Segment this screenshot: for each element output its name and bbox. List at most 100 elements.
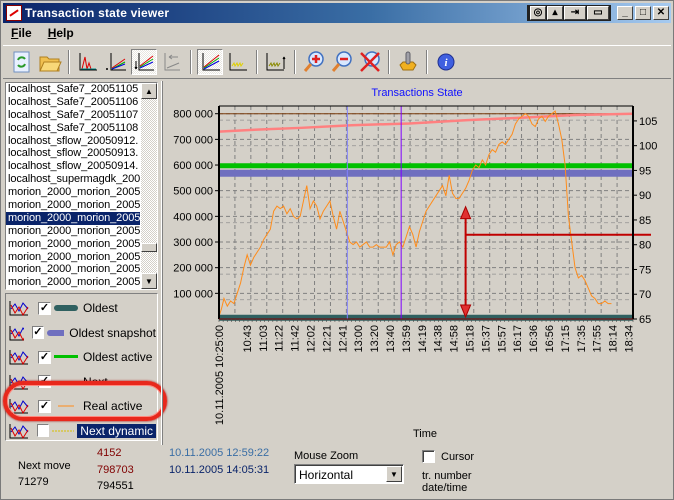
next-move-label: Next move [18, 460, 71, 472]
app-chart-icon [6, 5, 22, 21]
x-tick-label: 18:14 [608, 325, 620, 353]
file-list-item[interactable]: localhost_Safe7_20051107 [6, 109, 140, 122]
series-style-icon[interactable] [8, 422, 29, 440]
chart-multiline-button[interactable] [197, 49, 223, 75]
scroll-up-button[interactable]: ▲ [141, 83, 157, 99]
series-label: Oldest [83, 301, 118, 315]
file-list-item[interactable]: localhost_sflow_20050913. [6, 147, 140, 160]
toolbar: i [3, 45, 671, 79]
refresh-file-icon [13, 51, 30, 73]
file-list-item[interactable]: morion_2000_morion_2005 [6, 211, 140, 225]
x-tick-label: 15:57 [496, 325, 508, 353]
x-tick-label: 16:36 [528, 325, 540, 353]
legend-item[interactable]: ✓ Oldest [8, 296, 156, 320]
send-to-tray-icon[interactable]: ⇥ [564, 6, 586, 20]
file-list-item[interactable]: morion_2000_morion_2005 [6, 186, 140, 199]
toolbar-separator [68, 50, 70, 74]
chart-olive-icon [266, 53, 286, 71]
series-style-icon[interactable] [8, 324, 25, 342]
file-list[interactable]: localhost_Safe7_20051105 localhost_Safe7_… [5, 82, 158, 290]
x-tick-label: 18:34 [624, 325, 636, 353]
open-folder-button[interactable] [37, 49, 63, 75]
legend-item[interactable]: ✓ Real active [8, 394, 156, 418]
minimize-button[interactable]: _ [617, 6, 633, 20]
chart-peaks-icon [79, 53, 97, 71]
y2-tick-label: 100 [639, 141, 657, 153]
file-list-item[interactable]: morion_2000_morion_2005 [6, 276, 140, 289]
series-visible-checkbox[interactable]: ✓ [38, 301, 51, 315]
chart-olive-button[interactable] [263, 49, 289, 75]
file-list-scrollbar[interactable]: ▲ ▼ [141, 83, 157, 289]
refresh-file-button[interactable] [9, 49, 35, 75]
menu-bar: File Help [3, 24, 82, 42]
x-tick-label: 14:19 [417, 325, 429, 353]
x-tick-label: 17:35 [576, 325, 588, 353]
cursor-label: Cursor [441, 451, 475, 463]
file-list-item[interactable]: morion_2000_morion_2005 [6, 251, 140, 264]
pin-top-icon[interactable]: ▴ [547, 6, 563, 20]
menu-file[interactable]: File [3, 26, 40, 40]
file-list-item[interactable]: localhost_Safe7_20051105 [6, 83, 140, 96]
zoom-in-button[interactable] [301, 49, 327, 75]
file-list-item[interactable]: morion_2000_morion_2005 [6, 225, 140, 238]
menu-file-rest: ile [18, 26, 32, 40]
y2-tick-label: 85 [639, 215, 651, 227]
chart-lines-back-button[interactable] [159, 49, 185, 75]
series-style-icon[interactable] [8, 299, 30, 317]
close-button[interactable]: ✕ [653, 6, 669, 20]
file-list-item[interactable]: localhost_sflow_20050912. [6, 135, 140, 148]
file-list-item[interactable]: morion_2000_morion_2005 [6, 199, 140, 212]
file-list-item[interactable]: localhost_Safe7_20051108 [6, 122, 140, 135]
title-bar[interactable]: Transaction state viewer ◎ ▴ ⇥ ▭ _ □ ✕ [3, 3, 671, 23]
legend-item[interactable]: Next dynamic [8, 419, 156, 443]
file-list-item[interactable]: localhost_supermagdk_200 [6, 173, 140, 186]
file-list-item[interactable]: morion_2000_morion_2005 [6, 263, 140, 276]
series-visible-checkbox[interactable] [36, 424, 49, 437]
open-folder-icon [39, 56, 62, 72]
x-tick-label: 15:18 [465, 325, 477, 353]
series-style-icon[interactable] [8, 373, 30, 391]
y-tick-label: 300 000 [173, 237, 213, 249]
info-button[interactable]: i [433, 49, 459, 75]
toolbar-separator [294, 50, 296, 74]
zoom-reset-button[interactable] [357, 49, 383, 75]
x-tick-label: 11:42 [290, 325, 302, 352]
series-visible-checkbox[interactable]: ✓ [32, 326, 44, 339]
rollup-icon[interactable]: ▭ [587, 6, 609, 20]
series-style-icon[interactable] [8, 397, 30, 415]
legend-item[interactable]: ✓ Oldest snapshot [8, 321, 156, 345]
dropdown-arrow-icon[interactable]: ▼ [386, 466, 402, 482]
cursor-checkbox[interactable] [422, 450, 435, 463]
chart-svg[interactable]: 100 000 200 000 300 000 400 000 500 000 600 0… [163, 81, 671, 445]
mouse-zoom-select[interactable]: Horizontal ▼ [294, 464, 404, 484]
scroll-down-button[interactable]: ▼ [141, 273, 157, 289]
settings-button[interactable] [395, 49, 421, 75]
stat-num2: 798703 [97, 464, 134, 476]
chart-lines-origin-button[interactable] [103, 49, 129, 75]
y2-tick-label: 75 [639, 264, 651, 276]
file-list-item[interactable]: localhost_Safe7_20051106 [6, 96, 140, 109]
date-end: 10.11.2005 14:05:31 [169, 464, 270, 476]
y-tick-label: 100 000 [173, 288, 213, 300]
legend-item[interactable]: ✓ Next [8, 370, 156, 394]
zoom-out-button[interactable] [329, 49, 355, 75]
series-style-icon[interactable] [8, 348, 30, 366]
maximize-button[interactable]: □ [635, 6, 651, 20]
scroll-thumb[interactable] [141, 243, 157, 252]
legend-item[interactable]: ✓ Oldest active [8, 345, 156, 369]
chart-peaks-button[interactable] [75, 49, 101, 75]
series-label: Oldest active [83, 350, 153, 364]
menu-help[interactable]: Help [40, 26, 82, 40]
file-list-item[interactable]: morion_2000_morion_2005 [6, 238, 140, 251]
toolbar-separator [256, 50, 258, 74]
file-list-item[interactable]: localhost_sflow_20050914. [6, 160, 140, 173]
chart-yellow-button[interactable] [225, 49, 251, 75]
roll-icon[interactable]: ◎ [530, 6, 546, 20]
series-label: Oldest snapshot [69, 325, 156, 340]
series-visible-checkbox[interactable]: ✓ [38, 350, 51, 364]
series-visible-checkbox[interactable]: ✓ [38, 399, 51, 413]
toolbar-separator [426, 50, 428, 74]
chart-lines-down-button[interactable] [131, 49, 157, 75]
series-visible-checkbox[interactable]: ✓ [38, 375, 51, 388]
y2-tick-label: 65 [639, 314, 651, 326]
